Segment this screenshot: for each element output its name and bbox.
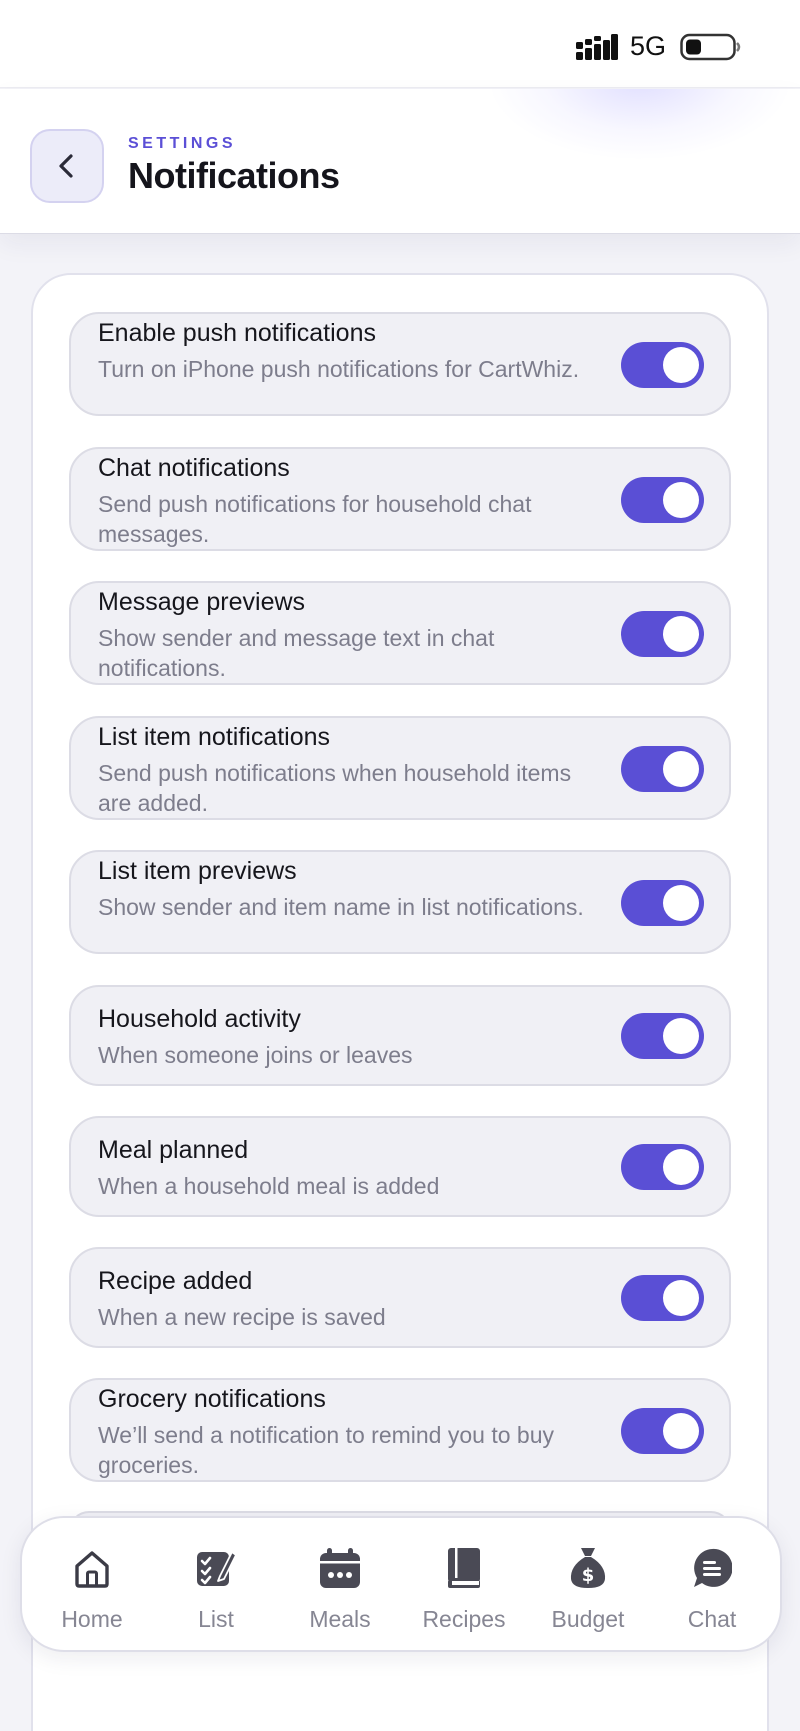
- setting-list-item-notifications[interactable]: List item notifications Send push notifi…: [69, 716, 731, 820]
- setting-meal-planned[interactable]: Meal planned When a household meal is ad…: [69, 1116, 731, 1217]
- tab-label: List: [198, 1606, 234, 1632]
- toggle-knob: [663, 1280, 699, 1316]
- tab-chat[interactable]: Chat: [650, 1518, 774, 1650]
- tab-home[interactable]: Home: [30, 1518, 154, 1650]
- list-item-notifications-toggle[interactable]: [621, 746, 704, 792]
- chat-bubble-icon: [694, 1548, 732, 1587]
- grocery-notifications-toggle[interactable]: [621, 1408, 704, 1454]
- push-notifications-toggle[interactable]: [621, 342, 704, 388]
- status-bar: 5G: [0, 0, 800, 88]
- cellular-signal-icon: [576, 34, 618, 60]
- bottom-tab-bar: Home List Meals Recipes $ Budget Chat: [20, 1516, 782, 1652]
- setting-description: Show sender and message text in chat not…: [98, 625, 495, 681]
- recipe-added-toggle[interactable]: [621, 1275, 704, 1321]
- setting-chat-notifications[interactable]: Chat notifications Send push notificatio…: [69, 447, 731, 551]
- page-title: Notifications: [128, 155, 340, 196]
- page-eyebrow: SETTINGS: [128, 135, 237, 152]
- checklist-edit-icon: [197, 1551, 236, 1586]
- setting-grocery-notifications[interactable]: Grocery notifications We’ll send a notif…: [69, 1378, 731, 1482]
- setting-description: Send push notifications for household ch…: [98, 491, 532, 547]
- tab-label: Recipes: [422, 1606, 506, 1632]
- network-type-label: 5G: [630, 31, 667, 61]
- tab-meals[interactable]: Meals: [278, 1518, 402, 1650]
- setting-description: When someone joins or leaves: [98, 1042, 413, 1068]
- setting-description: When a household meal is added: [98, 1173, 440, 1199]
- setting-description: We’ll send a notification to remind you …: [98, 1422, 554, 1478]
- header-glow-decoration: [490, 89, 790, 159]
- setting-title: Message previews: [98, 588, 306, 616]
- chevron-left-icon: [59, 154, 73, 178]
- back-button[interactable]: [30, 129, 104, 203]
- calendar-icon: [320, 1548, 360, 1588]
- meal-planned-toggle[interactable]: [621, 1144, 704, 1190]
- toggle-knob: [663, 1413, 699, 1449]
- household-activity-toggle[interactable]: [621, 1013, 704, 1059]
- setting-message-previews[interactable]: Message previews Show sender and message…: [69, 581, 731, 685]
- setting-description: Show sender and item name in list notifi…: [98, 894, 584, 920]
- message-previews-toggle[interactable]: [621, 611, 704, 657]
- tab-label: Chat: [687, 1606, 737, 1632]
- setting-title: List item previews: [98, 857, 297, 885]
- book-icon: [448, 1548, 480, 1588]
- setting-title: Grocery notifications: [98, 1385, 326, 1413]
- setting-title: Enable push notifications: [98, 319, 376, 347]
- setting-description: When a new recipe is saved: [98, 1304, 386, 1330]
- home-icon: [75, 1551, 109, 1588]
- tab-list[interactable]: List: [154, 1518, 278, 1650]
- toggle-knob: [663, 1149, 699, 1185]
- tab-label: Home: [61, 1606, 123, 1632]
- svg-text:$: $: [582, 1565, 595, 1586]
- tab-recipes[interactable]: Recipes: [402, 1518, 526, 1650]
- battery-icon: [680, 33, 741, 61]
- money-bag-icon: $: [570, 1548, 606, 1588]
- toggle-knob: [663, 482, 699, 518]
- toggle-knob: [663, 347, 699, 383]
- toggle-knob: [663, 616, 699, 652]
- setting-recipe-added[interactable]: Recipe added When a new recipe is saved: [69, 1247, 731, 1348]
- setting-list-item-previews[interactable]: List item previews Show sender and item …: [69, 850, 731, 954]
- setting-household-activity[interactable]: Household activity When someone joins or…: [69, 985, 731, 1086]
- setting-title: Chat notifications: [98, 454, 290, 482]
- page-header: SETTINGS Notifications: [0, 89, 800, 234]
- toggle-knob: [663, 885, 699, 921]
- setting-description: Turn on iPhone push notifications for Ca…: [98, 356, 580, 382]
- setting-title: Household activity: [98, 1005, 301, 1033]
- setting-push-notifications[interactable]: Enable push notifications Turn on iPhone…: [69, 312, 731, 416]
- tab-budget[interactable]: $ Budget: [526, 1518, 650, 1650]
- setting-title: Meal planned: [98, 1136, 249, 1164]
- tab-label: Meals: [309, 1606, 371, 1632]
- chat-notifications-toggle[interactable]: [621, 477, 704, 523]
- tab-label: Budget: [551, 1606, 625, 1632]
- toggle-knob: [663, 1018, 699, 1054]
- setting-title: List item notifications: [98, 723, 331, 751]
- setting-description: Send push notifications when household i…: [98, 760, 572, 816]
- toggle-knob: [663, 751, 699, 787]
- setting-title: Recipe added: [98, 1267, 253, 1295]
- list-item-previews-toggle[interactable]: [621, 880, 704, 926]
